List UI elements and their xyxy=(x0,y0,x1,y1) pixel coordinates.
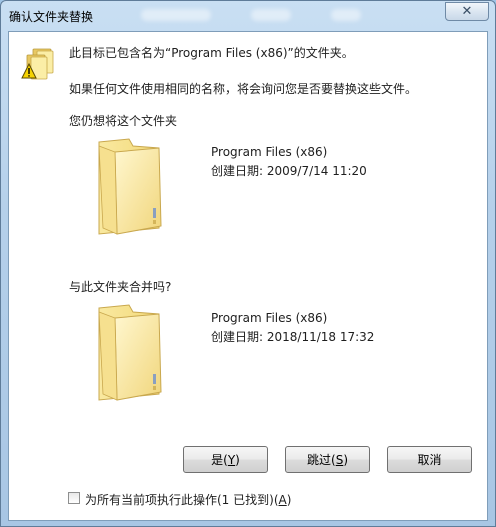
skip-button-label-end: ) xyxy=(343,452,348,467)
prompt-text: 您仍想将这个文件夹 xyxy=(69,114,178,128)
apply-to-all-label-text: 为所有当前项执行此操作(1 已找到)( xyxy=(85,493,279,507)
apply-to-all-label-end: ) xyxy=(286,493,292,507)
skip-button-label: 跳过( xyxy=(307,453,336,467)
close-button[interactable]: ✕ xyxy=(445,2,489,21)
close-icon: ✕ xyxy=(461,4,473,19)
merge-question: 与此文件夹合并吗? xyxy=(69,280,172,294)
source-folder-icon xyxy=(98,304,162,401)
apply-to-all-label[interactable]: 为所有当前项执行此操作(1 已找到)(A) xyxy=(85,491,291,508)
confirm-folder-replace-dialog: 确认文件夹替换 ✕ 此目标已包含名为“Program Files (x86)”的… xyxy=(0,0,496,527)
target-folder-icon xyxy=(98,138,162,235)
yes-button-accelerator: Y xyxy=(227,452,236,467)
title-bar-glass xyxy=(251,9,291,21)
window-title: 确认文件夹替换 xyxy=(9,10,94,24)
yes-button-label: 是( xyxy=(211,453,228,467)
cancel-button-label: 取消 xyxy=(417,453,442,467)
yes-button-label-end: ) xyxy=(235,452,240,467)
title-bar-glass xyxy=(141,9,211,21)
source-folder-date: 创建日期: 2018/11/18 17:32 xyxy=(211,330,375,344)
conflict-message: 此目标已包含名为“Program Files (x86)”的文件夹。 xyxy=(69,46,354,60)
title-bar[interactable]: 确认文件夹替换 ✕ xyxy=(1,1,495,31)
cancel-button[interactable]: 取消 xyxy=(387,446,472,473)
skip-button[interactable]: 跳过(S) xyxy=(285,446,370,473)
apply-to-all-accelerator: A xyxy=(278,493,287,507)
yes-button[interactable]: 是(Y) xyxy=(183,446,268,473)
title-bar-glass xyxy=(331,9,361,21)
folder-conflict-warning-icon xyxy=(21,48,54,80)
source-folder-name: Program Files (x86) xyxy=(211,311,328,325)
replace-note: 如果任何文件使用相同的名称，将会询问您是否要替换这些文件。 xyxy=(69,82,418,96)
skip-button-accelerator: S xyxy=(335,452,344,467)
apply-to-all-checkbox[interactable] xyxy=(68,492,80,504)
dialog-content: 此目标已包含名为“Program Files (x86)”的文件夹。 如果任何文… xyxy=(8,31,488,521)
target-folder-date: 创建日期: 2009/7/14 11:20 xyxy=(211,164,367,178)
target-folder-name: Program Files (x86) xyxy=(211,145,328,159)
